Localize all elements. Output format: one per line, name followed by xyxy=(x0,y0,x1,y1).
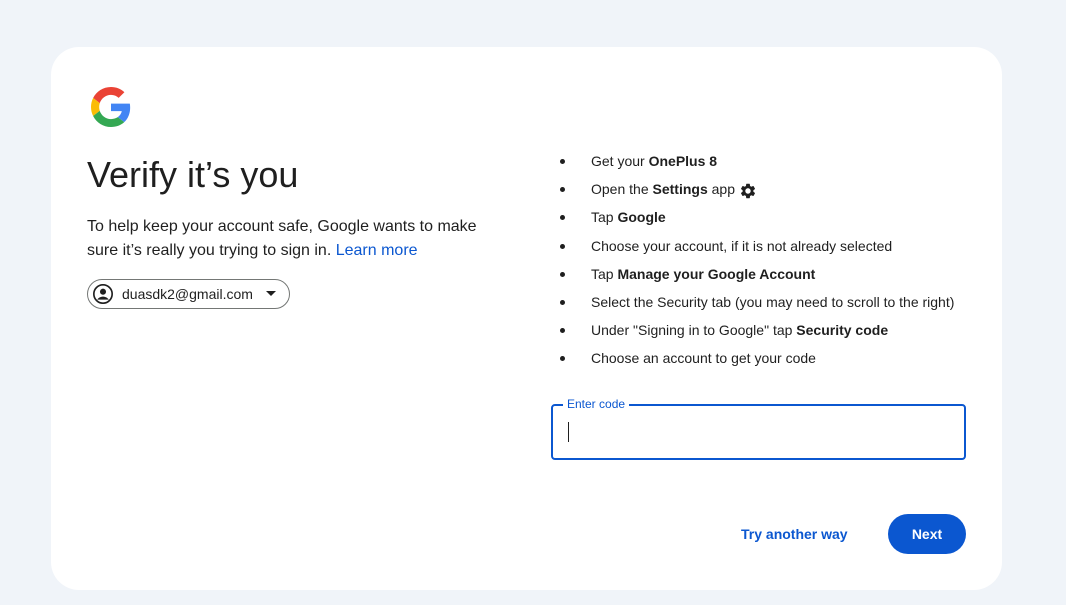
bullet xyxy=(560,215,565,221)
account-circle-icon xyxy=(92,283,114,305)
google-logo-icon xyxy=(91,87,131,127)
step-item: Tap Google xyxy=(551,207,954,235)
step-item: Get your OnePlus 8 xyxy=(551,151,954,179)
bullet xyxy=(560,328,565,334)
signin-card: Verify it’s you To help keep your accoun… xyxy=(51,47,1002,590)
bullet xyxy=(560,271,565,277)
bullet xyxy=(560,187,565,193)
page-description: To help keep your account safe, Google w… xyxy=(87,215,507,263)
caret-down-icon xyxy=(263,286,279,302)
bullet xyxy=(560,356,565,362)
instruction-steps: Get your OnePlus 8 Open the Settings app… xyxy=(551,151,954,377)
account-email: duasdk2@gmail.com xyxy=(122,286,253,302)
bullet xyxy=(560,243,565,249)
page-title: Verify it’s you xyxy=(87,154,299,195)
step-item: Choose an account to get your code xyxy=(551,348,954,376)
step-item: Choose your account, if it is not alread… xyxy=(551,236,954,264)
learn-more-link[interactable]: Learn more xyxy=(336,242,418,259)
text-cursor xyxy=(568,422,569,442)
try-another-way-button[interactable]: Try another way xyxy=(727,514,862,554)
bullet xyxy=(560,159,565,164)
code-input[interactable] xyxy=(553,406,964,458)
account-chip[interactable]: duasdk2@gmail.com xyxy=(87,279,290,309)
bullet xyxy=(560,299,565,305)
code-field[interactable]: Enter code xyxy=(551,397,966,460)
description-text: To help keep your account safe, Google w… xyxy=(87,218,477,259)
settings-gear-icon xyxy=(739,182,757,200)
step-item: Open the Settings app xyxy=(551,179,954,207)
step-item: Select the Security tab (you may need to… xyxy=(551,292,954,320)
step-item: Tap Manage your Google Account xyxy=(551,264,954,292)
next-button[interactable]: Next xyxy=(888,514,966,554)
step-item: Under "Signing in to Google" tap Securit… xyxy=(551,320,954,348)
